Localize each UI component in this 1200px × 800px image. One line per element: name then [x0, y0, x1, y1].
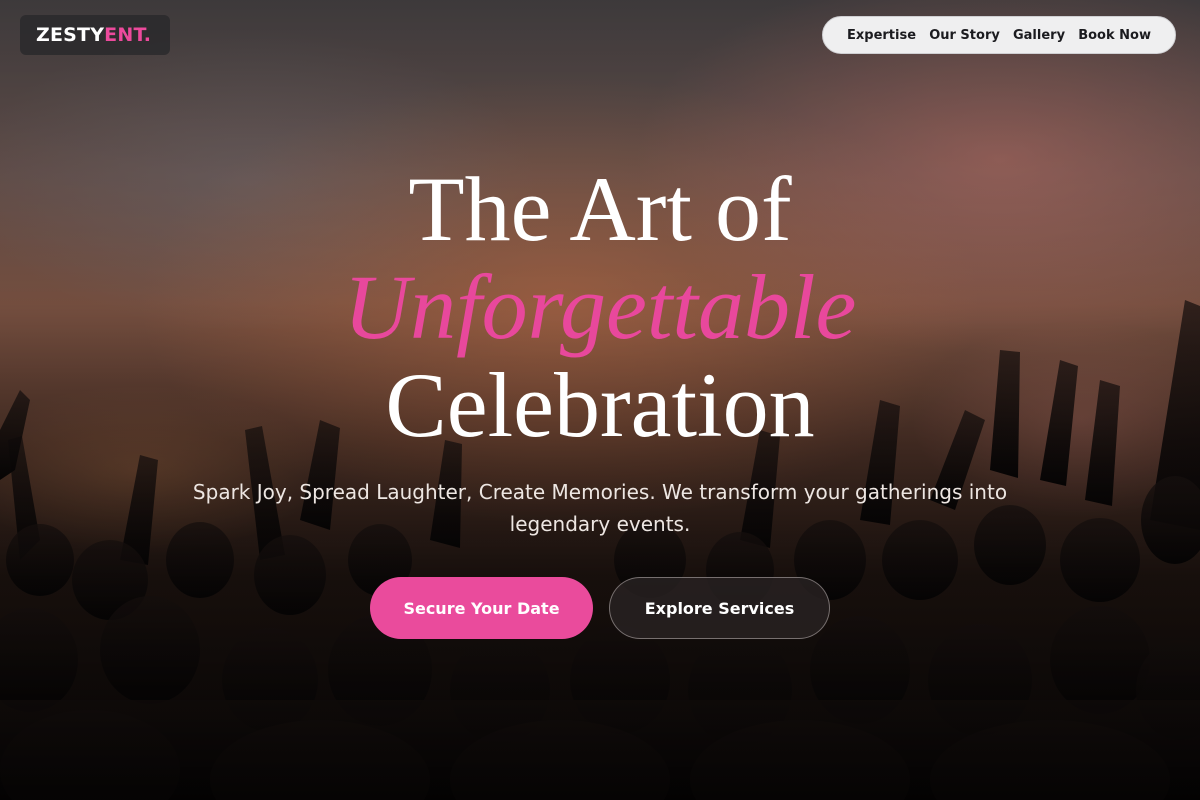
- explore-services-button[interactable]: Explore Services: [609, 577, 830, 639]
- logo-accent-text: ENT.: [104, 24, 152, 46]
- logo-text: ZESTY: [36, 24, 105, 46]
- main-nav: Expertise Our Story Gallery Book Now: [822, 16, 1176, 54]
- hero-title-highlight: Unforgettable: [343, 256, 857, 358]
- hero-title-line-3: Celebration: [385, 354, 815, 456]
- hero-section: ZESTY ENT. Expertise Our Story Gallery Bo…: [0, 0, 1200, 800]
- nav-link-book-now[interactable]: Book Now: [1078, 28, 1151, 43]
- hero-title-line-1: The Art of: [408, 158, 792, 260]
- nav-link-gallery[interactable]: Gallery: [1013, 28, 1065, 43]
- nav-link-expertise[interactable]: Expertise: [847, 28, 916, 43]
- brand-logo[interactable]: ZESTY ENT.: [20, 15, 170, 55]
- hero-subtitle: Spark Joy, Spread Laughter, Create Memor…: [192, 480, 1008, 536]
- nav-link-our-story[interactable]: Our Story: [929, 28, 1000, 43]
- secure-date-button[interactable]: Secure Your Date: [370, 577, 593, 639]
- hero-title: The Art of Unforgettable Celebration: [0, 160, 1200, 454]
